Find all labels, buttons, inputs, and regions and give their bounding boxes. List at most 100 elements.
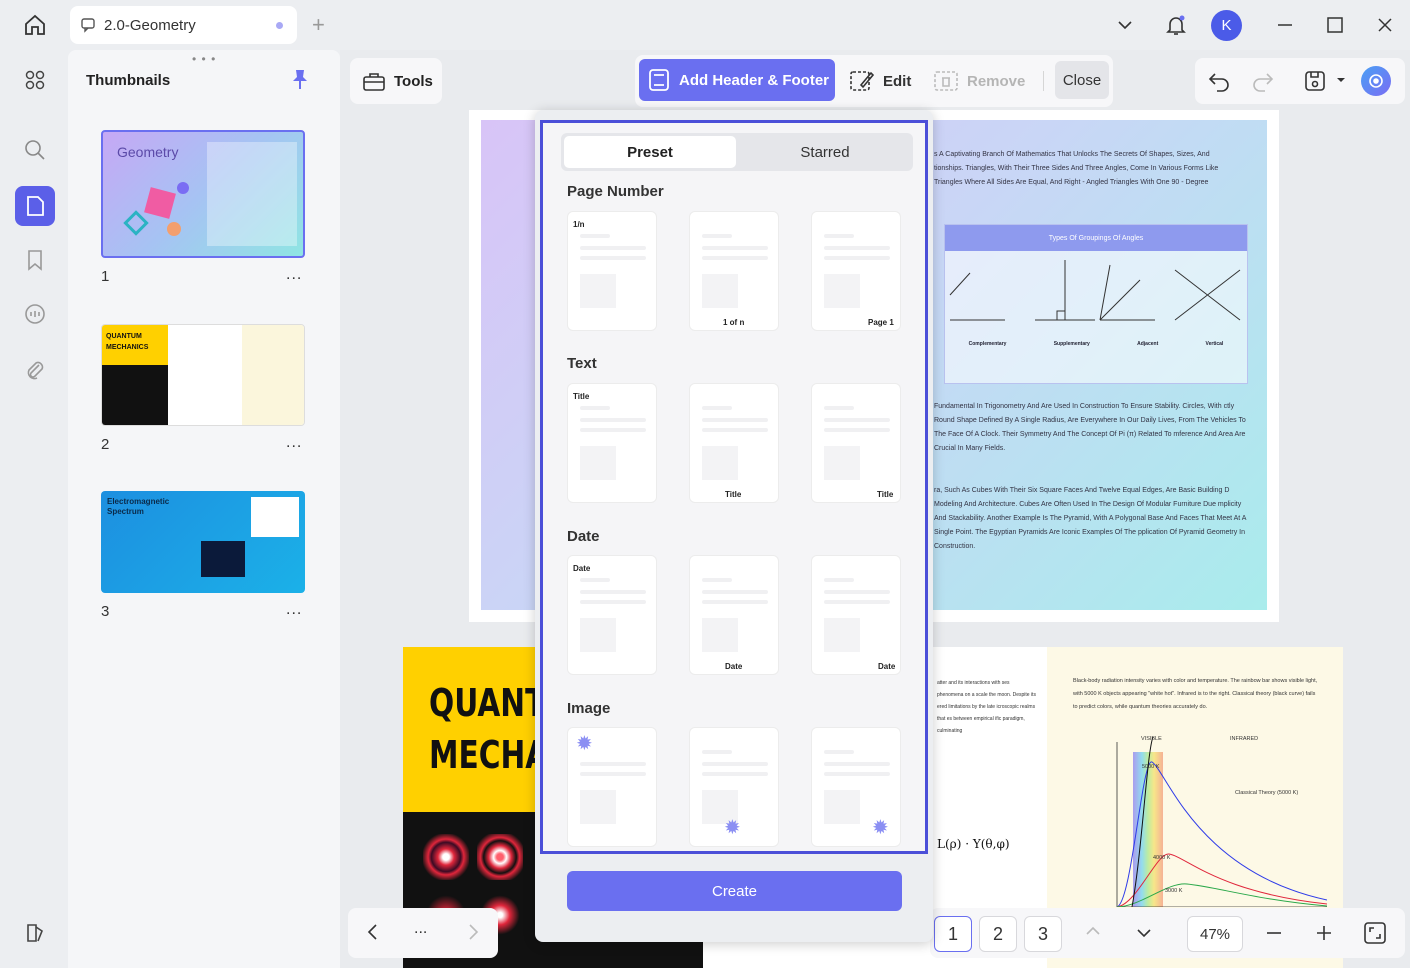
thumbnail-title: Electromagnetic Spectrum [107,497,170,516]
section-image: Image [567,700,611,717]
close-window-icon[interactable] [1370,10,1400,40]
angles-box: Types Of Groupings Of Angles Complementa… [944,224,1248,384]
comments-icon[interactable] [15,294,55,334]
fit-page-icon[interactable] [1363,921,1387,950]
right-toolbar [1195,58,1405,104]
thumbnail-title: Geometry [117,144,179,160]
page-number-3: 3 [101,603,110,620]
page-up-icon[interactable] [1085,924,1101,943]
create-button[interactable]: Create [567,871,902,911]
zoom-level[interactable]: 47% [1187,916,1243,952]
page-nav-right: 1 2 3 47% [930,908,1405,958]
image-placeholder-icon: ✹ [724,817,741,839]
redo-icon[interactable] [1251,69,1275,98]
add-header-footer-button[interactable]: Add Header & Footer [639,59,835,101]
toolbar-divider [1043,71,1044,91]
tools-button[interactable]: Tools [350,58,442,104]
add-tab-icon[interactable]: + [312,12,325,38]
next-page-icon[interactable] [466,923,480,946]
minimize-icon[interactable] [1270,10,1300,40]
save-icon[interactable] [1303,69,1327,98]
visible-label: VISIBLE [1141,736,1162,742]
page-number-1: 1 [101,268,110,285]
remove-button[interactable]: Remove [933,69,1025,93]
preset-card-page-number-2[interactable]: 1 of n [689,211,779,331]
preset-card-text-3[interactable]: Title [811,383,901,503]
document-tab[interactable]: 2.0-Geometry [70,6,297,44]
page-button-3[interactable]: 3 [1024,916,1062,952]
thumbnails-title: Thumbnails [86,72,171,89]
edit-label: Edit [883,72,912,90]
maximize-icon[interactable] [1320,10,1350,40]
pin-icon[interactable] [290,68,310,95]
k3000-label: 3000 K [1165,888,1183,894]
layers-icon[interactable] [15,912,55,952]
prev-page-icon[interactable] [366,923,380,946]
preset-card-text-2[interactable]: Title [689,383,779,503]
avatar[interactable]: K [1211,10,1242,41]
search-icon[interactable] [15,130,55,170]
edit-button[interactable]: Edit [849,69,911,93]
ai-assistant-icon[interactable] [1361,66,1391,96]
preset-card-page-number-1[interactable]: 1/n [567,211,657,331]
thumbnail-more-1[interactable]: ... [286,266,302,284]
card-label: Title [877,490,894,499]
left-rail [0,50,68,968]
k5000-label: 5000 K [1142,764,1160,770]
bell-icon[interactable] [1161,10,1191,40]
zoom-out-icon[interactable] [1265,924,1283,947]
attachment-icon[interactable] [15,350,55,390]
header-footer-panel: Preset Starred Page Number 1/n 1 of n Pa… [535,110,933,942]
preset-card-image-3[interactable]: ✹ [811,727,901,847]
chevron-down-icon[interactable] [1110,10,1140,40]
intro-line-3: Triangles Where All Sides Are Equal, And… [934,179,1209,186]
page2-middle-text: atter and its interactions with ses phen… [937,680,1036,734]
preset-card-date-2[interactable]: Date [689,555,779,675]
page-button-2[interactable]: 2 [979,916,1017,952]
preset-card-text-1[interactable]: Title [567,383,657,503]
grid-icon[interactable] [15,60,55,100]
tab-starred[interactable]: Starred [739,136,911,168]
save-dropdown-icon[interactable] [1335,73,1347,91]
blackbody-text: Black-body radiation intensity varies wi… [1073,678,1318,710]
preset-card-page-number-3[interactable]: Page 1 [811,211,901,331]
tools-label: Tools [394,72,433,90]
page-thumbnail-1[interactable]: Geometry [101,130,305,258]
section-text: Text [567,355,597,372]
preset-card-date-3[interactable]: Date [811,555,901,675]
infrared-label: INFRARED [1230,736,1258,742]
page-thumbnail-2[interactable]: QUANTUM MECHANICS [101,324,305,426]
toolbox-icon [362,70,386,92]
preset-card-date-1[interactable]: Date [567,555,657,675]
page-thumbnail-3[interactable]: Electromagnetic Spectrum [101,491,305,593]
add-header-footer-label: Add Header & Footer [679,71,830,89]
close-button[interactable]: Close [1055,61,1109,99]
tab-preset[interactable]: Preset [564,136,736,168]
angle-complementary: Complementary [968,341,1007,347]
angle-supplementary: Supplementary [1053,341,1090,347]
blackbody-chart: VISIBLE INFRARED Classical Theory (5000 … [1116,736,1327,907]
page-button-1[interactable]: 1 [934,916,972,952]
thumbnail-more-2[interactable]: ... [286,434,302,452]
page-down-icon[interactable] [1136,926,1152,945]
thumbnails-page-icon[interactable] [15,186,55,226]
preset-card-image-2[interactable]: ✹ [689,727,779,847]
preset-tabs: Preset Starred [561,133,913,171]
home-icon[interactable] [20,10,50,40]
thumbnails-panel: • • • Thumbnails Geometry 1 ... QUANTUM … [68,50,340,968]
angle-adjacent: Adjacent [1137,341,1159,347]
thumbnail-more-3[interactable]: ... [286,601,302,619]
page-number-2: 2 [101,436,110,453]
card-label: Date [573,564,591,573]
angle-diagrams [949,260,1241,321]
tab-title: 2.0-Geometry [104,16,196,34]
resize-handle[interactable]: • • • [192,52,216,66]
edit-icon [849,69,875,93]
intro-line-2: tionships. Triangles, With Their Three S… [934,165,1219,172]
undo-icon[interactable] [1207,69,1231,98]
preset-card-image-1[interactable]: ✹ [567,727,657,847]
bookmark-icon[interactable] [15,240,55,280]
zoom-in-icon[interactable] [1315,924,1333,947]
section-date: Date [567,528,600,545]
more-pages[interactable]: ... [414,920,427,938]
